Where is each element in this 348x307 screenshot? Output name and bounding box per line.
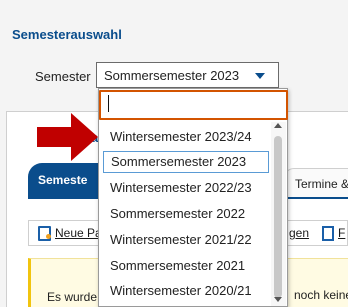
- document-icon[interactable]: [322, 226, 334, 241]
- dropdown-search-input[interactable]: [99, 90, 288, 120]
- dropdown-option[interactable]: Wintersemester 2020/21: [103, 280, 269, 302]
- tab-termine-label: Termine &: [295, 177, 348, 191]
- semester-select[interactable]: Sommersemester 2023: [96, 62, 279, 88]
- dropdown-option[interactable]: Wintersemester 2021/22: [103, 229, 269, 251]
- tab-termine[interactable]: Termine &: [284, 168, 348, 198]
- dropdown-option[interactable]: Wintersemester 2023/24: [103, 126, 269, 148]
- toolbar-link[interactable]: gen: [289, 226, 309, 240]
- scroll-down-icon[interactable]: [274, 297, 282, 302]
- chevron-down-icon: [255, 73, 265, 79]
- new-document-icon[interactable]: [38, 226, 51, 241]
- text-cursor: [108, 95, 109, 112]
- notice-text-right: noch keine: [294, 288, 348, 302]
- tab-semester-label: Semeste: [38, 173, 88, 187]
- dropdown-option-selected[interactable]: Sommersemester 2023: [103, 151, 269, 173]
- semester-label: Semester: [35, 69, 91, 84]
- semester-select-value: Sommersemester 2023: [104, 68, 240, 83]
- notice-text: Es wurde: [47, 290, 98, 304]
- red-arrow-icon: [37, 113, 98, 161]
- dropdown-option[interactable]: Sommersemester 2022: [103, 203, 269, 225]
- dropdown-option[interactable]: Wintersemester 2022/23: [103, 177, 269, 199]
- scrollbar-thumb[interactable]: [274, 136, 282, 298]
- toolbar-link-right[interactable]: F: [338, 226, 345, 240]
- new-link[interactable]: Neue Pa: [55, 226, 102, 240]
- tab-semester[interactable]: Semeste: [28, 163, 108, 197]
- scroll-up-icon[interactable]: [274, 123, 282, 128]
- panel-title: Semesterauswahl: [12, 27, 122, 42]
- dropdown-option[interactable]: Sommersemester 2021: [103, 255, 269, 277]
